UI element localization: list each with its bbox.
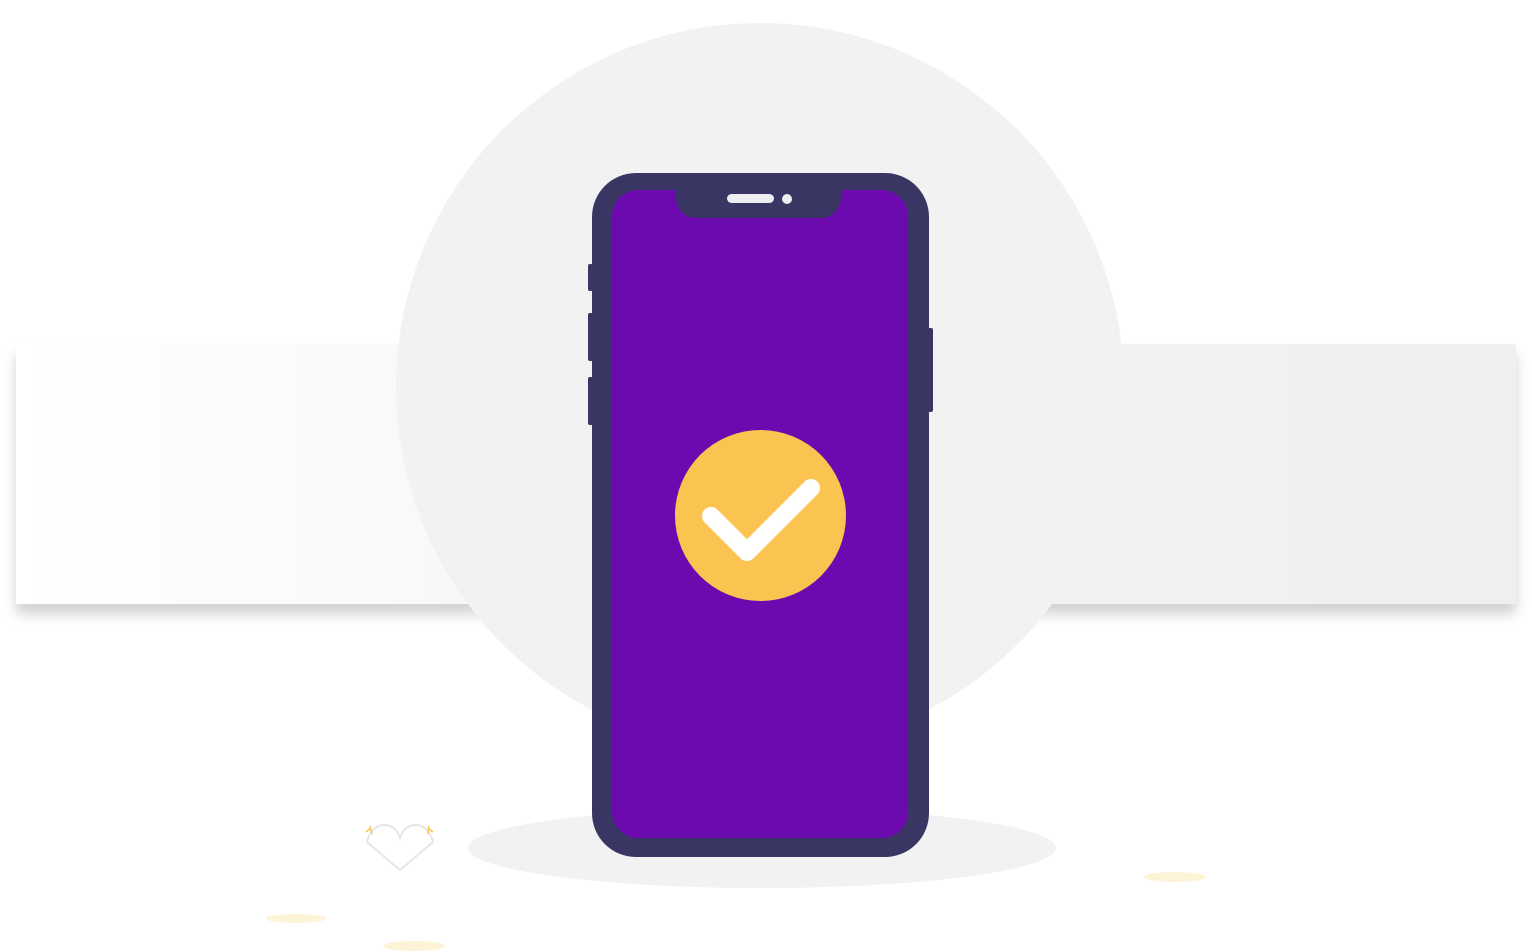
checkmark-icon (702, 479, 820, 561)
illustration-stage (0, 0, 1532, 952)
camera-icon (782, 194, 792, 204)
speaker-icon (727, 194, 774, 203)
